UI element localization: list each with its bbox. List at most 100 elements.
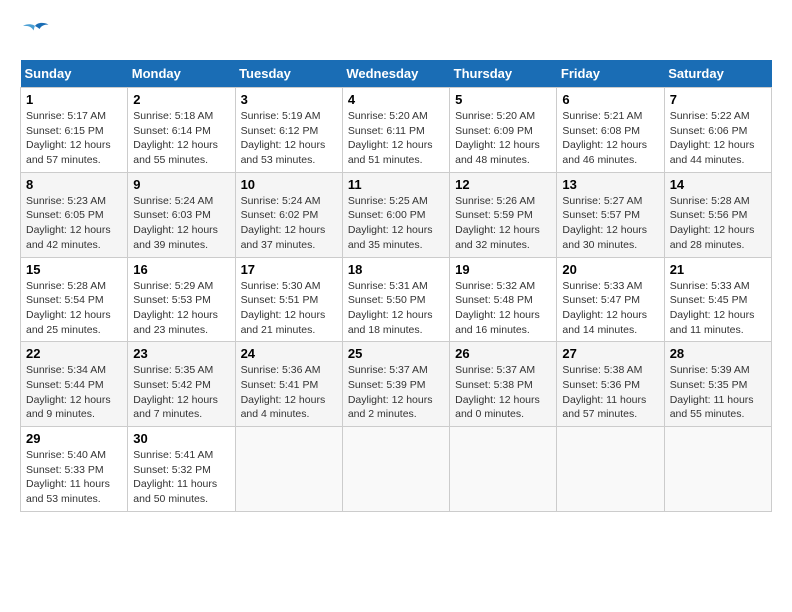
column-header-tuesday: Tuesday xyxy=(235,60,342,88)
page-header xyxy=(20,20,772,44)
calendar-cell: 2 Sunrise: 5:18 AMSunset: 6:14 PMDaylight… xyxy=(128,88,235,173)
day-number: 17 xyxy=(241,262,337,277)
day-number: 6 xyxy=(562,92,658,107)
calendar-cell: 19 Sunrise: 5:32 AMSunset: 5:48 PMDayligh… xyxy=(450,257,557,342)
calendar-week: 8 Sunrise: 5:23 AMSunset: 6:05 PMDaylight… xyxy=(21,172,772,257)
logo xyxy=(20,20,54,44)
day-info: Sunrise: 5:17 AMSunset: 6:15 PMDaylight:… xyxy=(26,109,122,168)
calendar-cell: 23 Sunrise: 5:35 AMSunset: 5:42 PMDayligh… xyxy=(128,342,235,427)
day-info: Sunrise: 5:32 AMSunset: 5:48 PMDaylight:… xyxy=(455,279,551,338)
calendar-cell: 21 Sunrise: 5:33 AMSunset: 5:45 PMDayligh… xyxy=(664,257,771,342)
calendar-week: 1 Sunrise: 5:17 AMSunset: 6:15 PMDaylight… xyxy=(21,88,772,173)
day-number: 29 xyxy=(26,431,122,446)
day-number: 9 xyxy=(133,177,229,192)
day-info: Sunrise: 5:30 AMSunset: 5:51 PMDaylight:… xyxy=(241,279,337,338)
day-info: Sunrise: 5:23 AMSunset: 6:05 PMDaylight:… xyxy=(26,194,122,253)
calendar-cell: 22Sunrise: 5:34 AMSunset: 5:44 PMDayligh… xyxy=(21,342,128,427)
day-info: Sunrise: 5:33 AMSunset: 5:45 PMDaylight:… xyxy=(670,279,766,338)
day-number: 7 xyxy=(670,92,766,107)
day-info: Sunrise: 5:41 AMSunset: 5:32 PMDaylight:… xyxy=(133,448,229,507)
calendar-cell: 5 Sunrise: 5:20 AMSunset: 6:09 PMDaylight… xyxy=(450,88,557,173)
calendar-cell: 27Sunrise: 5:38 AMSunset: 5:36 PMDayligh… xyxy=(557,342,664,427)
day-info: Sunrise: 5:40 AMSunset: 5:33 PMDaylight:… xyxy=(26,448,122,507)
day-number: 26 xyxy=(455,346,551,361)
calendar-cell: 9 Sunrise: 5:24 AMSunset: 6:03 PMDaylight… xyxy=(128,172,235,257)
day-info: Sunrise: 5:24 AMSunset: 6:03 PMDaylight:… xyxy=(133,194,229,253)
day-number: 25 xyxy=(348,346,444,361)
calendar-cell: 11 Sunrise: 5:25 AMSunset: 6:00 PMDayligh… xyxy=(342,172,449,257)
calendar-cell xyxy=(664,427,771,512)
day-info: Sunrise: 5:35 AMSunset: 5:42 PMDaylight:… xyxy=(133,363,229,422)
day-info: Sunrise: 5:27 AMSunset: 5:57 PMDaylight:… xyxy=(562,194,658,253)
day-info: Sunrise: 5:39 AMSunset: 5:35 PMDaylight:… xyxy=(670,363,766,422)
calendar-cell: 28 Sunrise: 5:39 AMSunset: 5:35 PMDayligh… xyxy=(664,342,771,427)
calendar-table: SundayMondayTuesdayWednesdayThursdayFrid… xyxy=(20,60,772,512)
calendar-cell: 16 Sunrise: 5:29 AMSunset: 5:53 PMDayligh… xyxy=(128,257,235,342)
day-info: Sunrise: 5:34 AMSunset: 5:44 PMDaylight:… xyxy=(26,363,122,422)
calendar-cell: 14 Sunrise: 5:28 AMSunset: 5:56 PMDayligh… xyxy=(664,172,771,257)
calendar-cell xyxy=(235,427,342,512)
day-number: 13 xyxy=(562,177,658,192)
calendar-cell: 6 Sunrise: 5:21 AMSunset: 6:08 PMDaylight… xyxy=(557,88,664,173)
calendar-cell: 17 Sunrise: 5:30 AMSunset: 5:51 PMDayligh… xyxy=(235,257,342,342)
day-number: 20 xyxy=(562,262,658,277)
day-info: Sunrise: 5:25 AMSunset: 6:00 PMDaylight:… xyxy=(348,194,444,253)
day-info: Sunrise: 5:26 AMSunset: 5:59 PMDaylight:… xyxy=(455,194,551,253)
calendar-cell: 4Sunrise: 5:20 AMSunset: 6:11 PMDaylight… xyxy=(342,88,449,173)
day-info: Sunrise: 5:28 AMSunset: 5:56 PMDaylight:… xyxy=(670,194,766,253)
day-number: 11 xyxy=(348,177,444,192)
day-number: 18 xyxy=(348,262,444,277)
day-number: 30 xyxy=(133,431,229,446)
calendar-cell: 15 Sunrise: 5:28 AMSunset: 5:54 PMDayligh… xyxy=(21,257,128,342)
day-info: Sunrise: 5:38 AMSunset: 5:36 PMDaylight:… xyxy=(562,363,658,422)
calendar-cell: 13 Sunrise: 5:27 AMSunset: 5:57 PMDayligh… xyxy=(557,172,664,257)
day-number: 3 xyxy=(241,92,337,107)
calendar-cell: 20 Sunrise: 5:33 AMSunset: 5:47 PMDayligh… xyxy=(557,257,664,342)
day-number: 21 xyxy=(670,262,766,277)
day-info: Sunrise: 5:36 AMSunset: 5:41 PMDaylight:… xyxy=(241,363,337,422)
day-number: 14 xyxy=(670,177,766,192)
day-info: Sunrise: 5:24 AMSunset: 6:02 PMDaylight:… xyxy=(241,194,337,253)
calendar-cell: 26 Sunrise: 5:37 AMSunset: 5:38 PMDayligh… xyxy=(450,342,557,427)
day-info: Sunrise: 5:37 AMSunset: 5:39 PMDaylight:… xyxy=(348,363,444,422)
day-info: Sunrise: 5:20 AMSunset: 6:09 PMDaylight:… xyxy=(455,109,551,168)
column-header-sunday: Sunday xyxy=(21,60,128,88)
day-info: Sunrise: 5:31 AMSunset: 5:50 PMDaylight:… xyxy=(348,279,444,338)
calendar-cell: 3 Sunrise: 5:19 AMSunset: 6:12 PMDaylight… xyxy=(235,88,342,173)
day-number: 12 xyxy=(455,177,551,192)
calendar-cell: 10 Sunrise: 5:24 AMSunset: 6:02 PMDayligh… xyxy=(235,172,342,257)
column-header-saturday: Saturday xyxy=(664,60,771,88)
column-header-thursday: Thursday xyxy=(450,60,557,88)
calendar-cell xyxy=(450,427,557,512)
day-info: Sunrise: 5:18 AMSunset: 6:14 PMDaylight:… xyxy=(133,109,229,168)
day-info: Sunrise: 5:20 AMSunset: 6:11 PMDaylight:… xyxy=(348,109,444,168)
calendar-cell: 8 Sunrise: 5:23 AMSunset: 6:05 PMDaylight… xyxy=(21,172,128,257)
day-number: 8 xyxy=(26,177,122,192)
day-info: Sunrise: 5:29 AMSunset: 5:53 PMDaylight:… xyxy=(133,279,229,338)
day-number: 2 xyxy=(133,92,229,107)
day-number: 10 xyxy=(241,177,337,192)
column-header-wednesday: Wednesday xyxy=(342,60,449,88)
day-number: 1 xyxy=(26,92,122,107)
calendar-week: 15 Sunrise: 5:28 AMSunset: 5:54 PMDayligh… xyxy=(21,257,772,342)
logo-icon xyxy=(20,20,50,44)
calendar-cell: 29 Sunrise: 5:40 AMSunset: 5:33 PMDayligh… xyxy=(21,427,128,512)
day-info: Sunrise: 5:21 AMSunset: 6:08 PMDaylight:… xyxy=(562,109,658,168)
day-number: 16 xyxy=(133,262,229,277)
column-header-friday: Friday xyxy=(557,60,664,88)
day-number: 19 xyxy=(455,262,551,277)
day-number: 15 xyxy=(26,262,122,277)
day-number: 24 xyxy=(241,346,337,361)
day-number: 28 xyxy=(670,346,766,361)
day-info: Sunrise: 5:28 AMSunset: 5:54 PMDaylight:… xyxy=(26,279,122,338)
day-number: 23 xyxy=(133,346,229,361)
day-number: 5 xyxy=(455,92,551,107)
day-info: Sunrise: 5:22 AMSunset: 6:06 PMDaylight:… xyxy=(670,109,766,168)
calendar-week: 29 Sunrise: 5:40 AMSunset: 5:33 PMDayligh… xyxy=(21,427,772,512)
column-header-monday: Monday xyxy=(128,60,235,88)
calendar-cell: 7 Sunrise: 5:22 AMSunset: 6:06 PMDaylight… xyxy=(664,88,771,173)
day-info: Sunrise: 5:37 AMSunset: 5:38 PMDaylight:… xyxy=(455,363,551,422)
day-info: Sunrise: 5:33 AMSunset: 5:47 PMDaylight:… xyxy=(562,279,658,338)
day-info: Sunrise: 5:19 AMSunset: 6:12 PMDaylight:… xyxy=(241,109,337,168)
calendar-cell: 18 Sunrise: 5:31 AMSunset: 5:50 PMDayligh… xyxy=(342,257,449,342)
